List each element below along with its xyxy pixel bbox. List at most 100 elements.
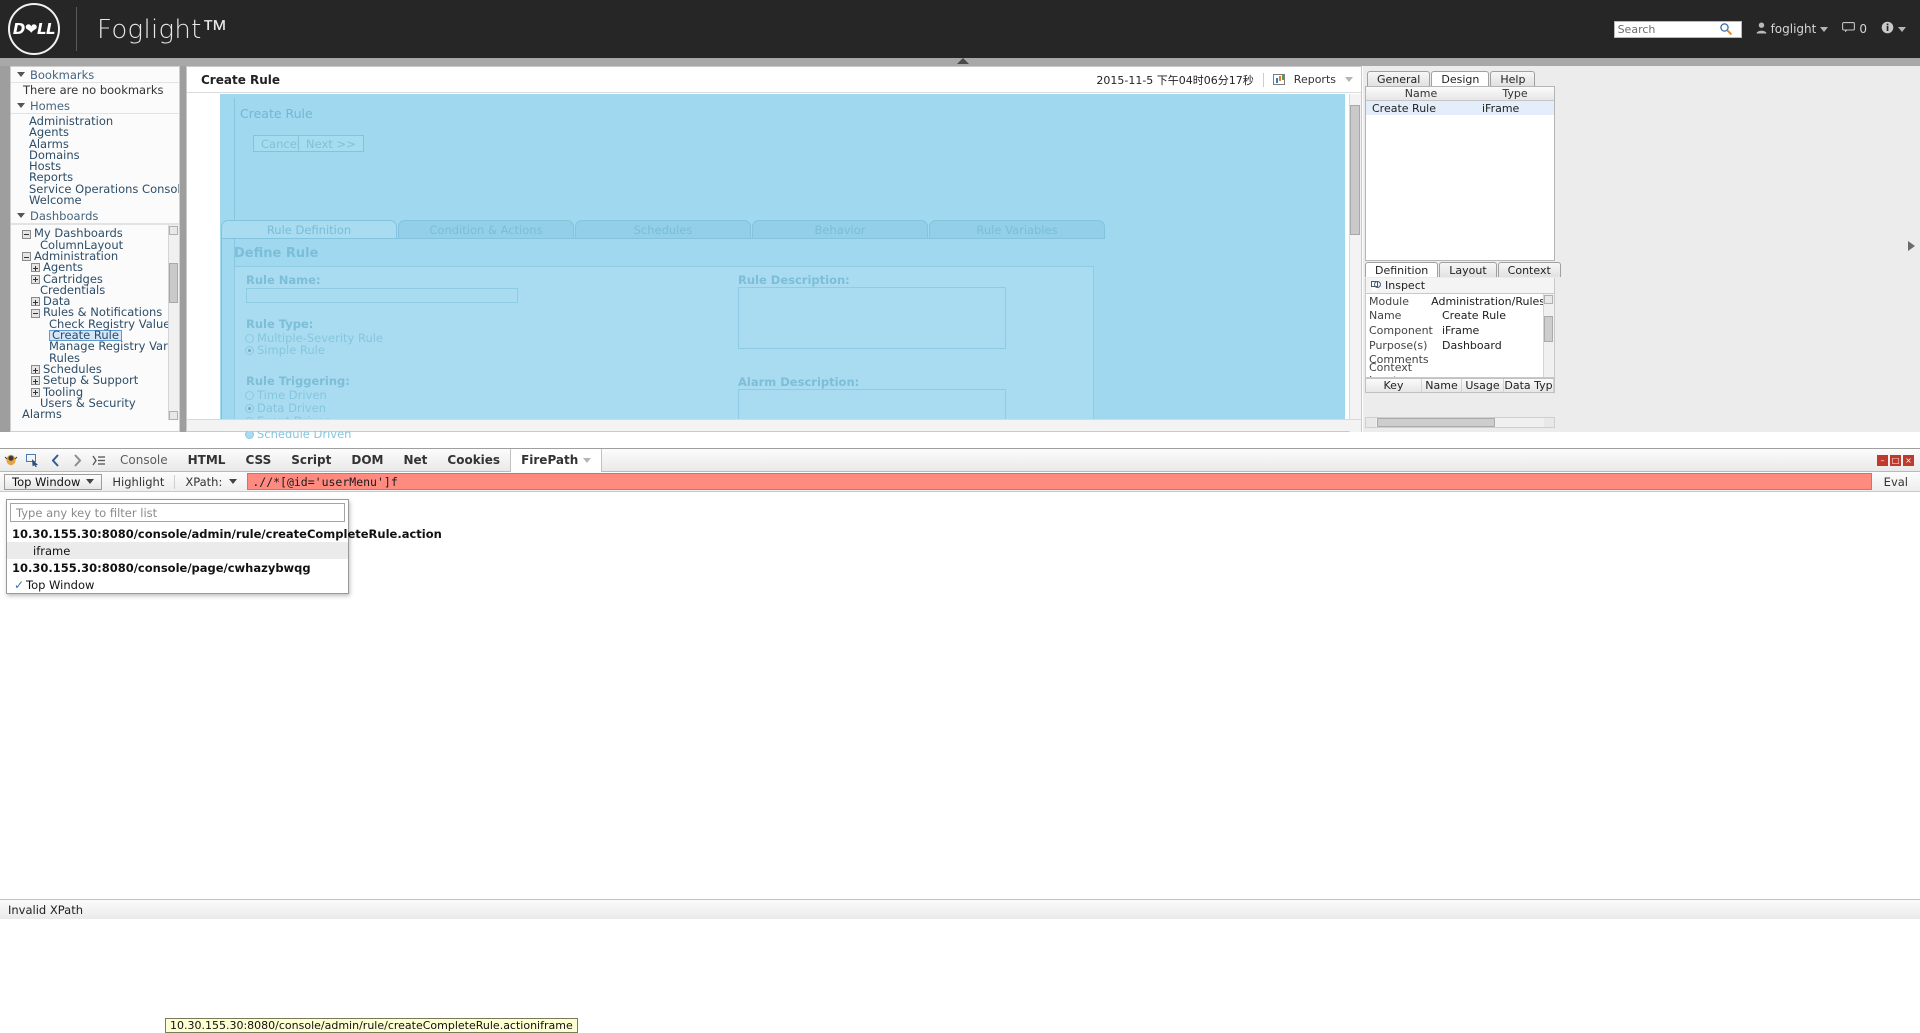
nav-section-bookmarks[interactable]: Bookmarks [11, 67, 179, 83]
chevron-down-icon[interactable] [1345, 77, 1353, 82]
search-box[interactable] [1613, 20, 1742, 38]
collapse-arrow-icon[interactable] [957, 58, 969, 64]
chevron-down-icon[interactable] [17, 72, 25, 77]
tab-general[interactable]: General [1367, 71, 1431, 86]
collapse-icon[interactable] [22, 229, 31, 239]
minimize-button[interactable]: – [1877, 454, 1888, 466]
panel-console[interactable]: Console [110, 449, 178, 472]
messages-indicator[interactable]: 0 [1842, 22, 1867, 36]
nav-section-homes[interactable]: Homes [11, 98, 179, 114]
back-arrow-icon[interactable] [44, 453, 66, 467]
column-header-name[interactable]: Name [1366, 87, 1476, 100]
next-button[interactable]: Next >> [298, 135, 364, 152]
dropdown-item[interactable]: 10.30.155.30:8080/console/admin/rule/cre… [7, 525, 442, 542]
panel-dom[interactable]: DOM [341, 449, 393, 472]
scroll-down-arrow[interactable] [169, 411, 178, 421]
scroll-up-arrow[interactable] [1544, 295, 1553, 304]
inspect-icon[interactable] [1371, 280, 1381, 291]
panel-html[interactable]: HTML [178, 449, 236, 472]
xpath-mode-selector[interactable]: XPath: [175, 475, 247, 489]
scroll-up-arrow[interactable] [169, 226, 178, 236]
inspect-toolbar[interactable]: Inspect [1365, 278, 1555, 294]
expand-icon[interactable] [31, 376, 40, 386]
radio-icon[interactable] [245, 390, 254, 400]
tab-rule-definition[interactable]: Rule Definition [221, 220, 397, 238]
maximize-button[interactable]: □ [1890, 454, 1901, 466]
tab-condition-actions[interactable]: Condition & Actions [398, 220, 574, 238]
column-header-type[interactable]: Type [1476, 87, 1554, 100]
scroll-right-arrow[interactable] [1544, 418, 1554, 427]
xpath-input[interactable]: .//*[@id='userMenu']f [247, 473, 1872, 490]
column-header-data-type[interactable]: Data Typ [1504, 379, 1554, 392]
chevron-down-icon[interactable] [17, 103, 25, 108]
main-horizontal-scrollbar[interactable] [187, 419, 1361, 431]
reports-icon[interactable] [1272, 74, 1285, 85]
main-vertical-scrollbar-thumb[interactable] [1350, 105, 1360, 235]
tab-layout[interactable]: Layout [1439, 262, 1497, 277]
tab-design[interactable]: Design [1431, 71, 1490, 86]
tab-help[interactable]: Help [1490, 71, 1536, 86]
tree-item-administration[interactable]: Administration [11, 250, 179, 262]
tree-item-manage-registry-variables[interactable]: Manage Registry Variables [11, 340, 179, 352]
tab-rule-variables[interactable]: Rule Variables [929, 220, 1105, 238]
scroll-left-arrow[interactable] [1366, 418, 1376, 427]
tree-item-alarms[interactable]: Alarms [11, 408, 179, 420]
column-header-name[interactable]: Name [1422, 379, 1462, 392]
table-row[interactable]: Create Rule iFrame [1366, 101, 1554, 115]
nav-home-item[interactable]: Welcome [11, 194, 179, 206]
expand-icon[interactable] [31, 297, 40, 307]
panel-script[interactable]: Script [281, 449, 341, 472]
highlight-toggle[interactable]: Highlight [102, 475, 174, 489]
rule-name-input[interactable] [246, 288, 518, 303]
info-menu[interactable] [1881, 21, 1906, 37]
reports-label[interactable]: Reports [1294, 73, 1336, 86]
info-icon[interactable] [1881, 21, 1894, 37]
chevron-down-icon[interactable] [86, 479, 95, 484]
radio-icon-selected[interactable] [245, 345, 254, 355]
close-button[interactable]: × [1903, 454, 1914, 466]
nav-section-dashboards[interactable]: Dashboards [11, 208, 179, 225]
tab-definition[interactable]: Definition [1365, 262, 1439, 277]
radio-time-driven[interactable]: Time Driven [245, 388, 327, 402]
panel-firepath[interactable]: FirePath [510, 448, 603, 472]
radio-icon[interactable] [245, 333, 254, 343]
create-rule-iframe[interactable]: Create Rule Cancel Next >> Rule Definiti… [220, 94, 1345, 441]
dropdown-item[interactable]: iframe [7, 542, 348, 559]
menu-list-icon[interactable] [88, 455, 110, 466]
main-vertical-scrollbar[interactable] [1349, 94, 1361, 432]
eval-button[interactable]: Eval [1872, 475, 1920, 489]
tree-item-setup-support[interactable]: Setup & Support [11, 374, 179, 386]
chevron-down-icon[interactable] [229, 479, 238, 484]
search-input[interactable] [1614, 21, 1719, 37]
expand-icon[interactable] [31, 274, 40, 284]
properties-scrollbar[interactable] [1543, 294, 1554, 377]
radio-icon-selected[interactable] [245, 403, 254, 413]
nav-scrollbar[interactable] [168, 225, 179, 421]
search-icon[interactable] [1719, 22, 1733, 36]
radio-simple-rule[interactable]: Simple Rule [245, 343, 325, 357]
right-panel-hscrollbar-thumb[interactable] [1377, 418, 1495, 427]
rule-description-textarea[interactable] [738, 287, 1006, 349]
inspect-element-icon[interactable] [22, 453, 44, 467]
tab-context[interactable]: Context [1497, 262, 1561, 277]
column-header-usage[interactable]: Usage [1462, 379, 1504, 392]
window-selector-button[interactable]: Top Window [4, 473, 103, 490]
firebug-logo-icon[interactable] [0, 454, 22, 466]
chevron-down-icon[interactable] [1820, 26, 1829, 32]
chevron-down-icon[interactable] [17, 213, 25, 219]
expand-icon[interactable] [31, 365, 40, 375]
chevron-down-icon[interactable] [583, 457, 592, 463]
collapse-icon[interactable] [22, 252, 31, 262]
dropdown-filter-input[interactable]: Type any key to filter list [10, 503, 345, 522]
right-panel-horizontal-scrollbar[interactable] [1365, 417, 1555, 428]
tab-behavior[interactable]: Behavior [752, 220, 928, 238]
panel-net[interactable]: Net [393, 449, 437, 472]
expand-icon[interactable] [31, 263, 40, 273]
expand-panel-arrow-icon[interactable] [1908, 241, 1915, 251]
column-header-key[interactable]: Key [1366, 379, 1422, 392]
properties-scrollbar-thumb[interactable] [1544, 316, 1553, 342]
forward-arrow-icon[interactable] [66, 453, 88, 467]
tree-item-credentials[interactable]: Credentials [11, 284, 179, 296]
radio-data-driven[interactable]: Data Driven [245, 401, 326, 415]
collapse-icon[interactable] [31, 308, 40, 318]
